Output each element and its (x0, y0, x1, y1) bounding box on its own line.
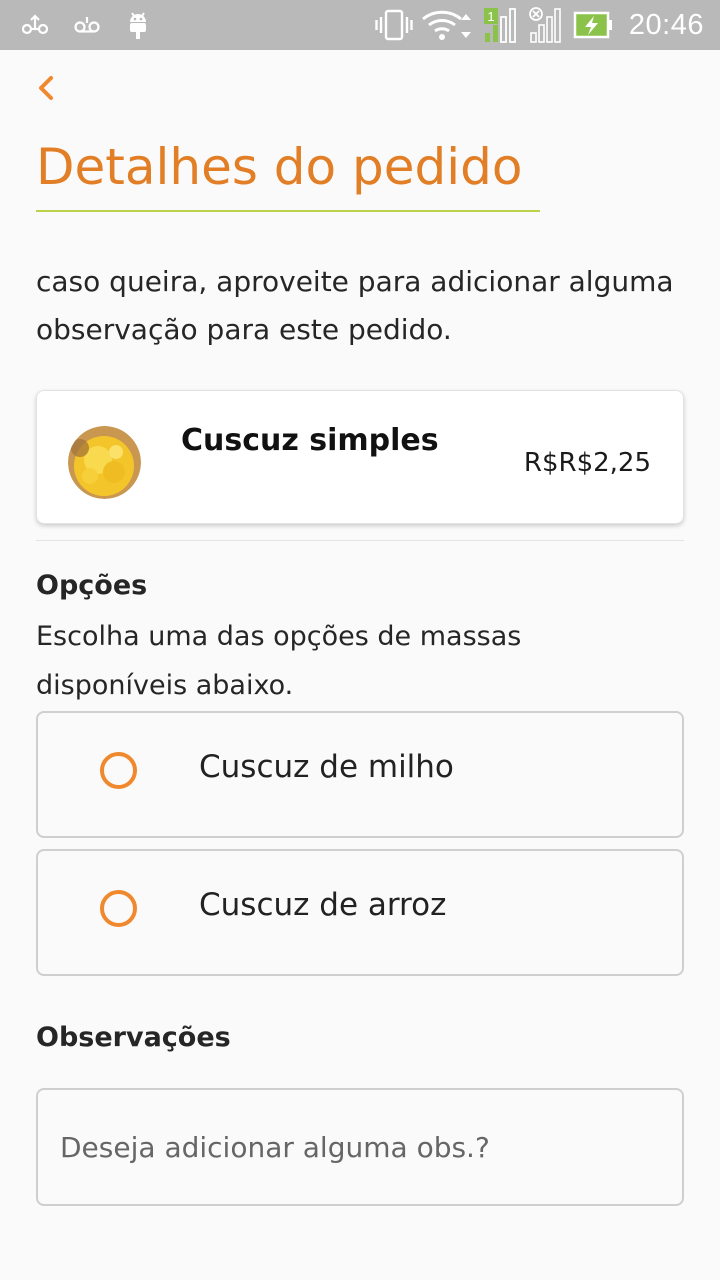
product-name: Cuscuz simples (181, 423, 439, 458)
options-title: Opções (36, 570, 148, 601)
clock: 20:46 (628, 8, 704, 41)
status-bar: 1 20:46 (0, 0, 720, 50)
signal-sim1-icon: 1 (483, 7, 521, 43)
signal-sim2-icon (529, 7, 565, 43)
sim-badge: 1 (487, 9, 494, 24)
notes-title: Observações (36, 1022, 231, 1053)
battery-charging-icon (573, 10, 615, 40)
option-label: Cuscuz de milho (199, 749, 454, 785)
product-price: R$R$2,25 (523, 448, 651, 478)
options-description: Escolha uma das opções de massas disponí… (36, 621, 522, 701)
product-card: Cuscuz simples R$R$2,25 (36, 390, 684, 524)
product-image (68, 426, 141, 499)
vibrate-icon (375, 8, 413, 42)
system-icons: 1 20:46 (367, 7, 704, 43)
title-underline (36, 210, 540, 212)
wifi-icon (421, 8, 475, 42)
back-button[interactable] (36, 68, 84, 112)
page-title: Detalhes do pedido (36, 138, 523, 196)
chevron-left-icon (36, 74, 56, 106)
intro-text: caso queira, aproveite para adicionar al… (36, 265, 674, 346)
android-debug-icon (126, 10, 150, 40)
notes-input[interactable] (36, 1088, 684, 1206)
divider (36, 540, 684, 541)
radio-button[interactable] (100, 752, 137, 789)
notification-icons (22, 10, 176, 40)
option-cuscuz-milho[interactable]: Cuscuz de milho (36, 711, 684, 838)
usb-icon (22, 14, 48, 36)
voicemail-icon (74, 14, 100, 36)
option-cuscuz-arroz[interactable]: Cuscuz de arroz (36, 849, 684, 976)
radio-button[interactable] (100, 890, 137, 927)
option-label: Cuscuz de arroz (199, 887, 447, 923)
